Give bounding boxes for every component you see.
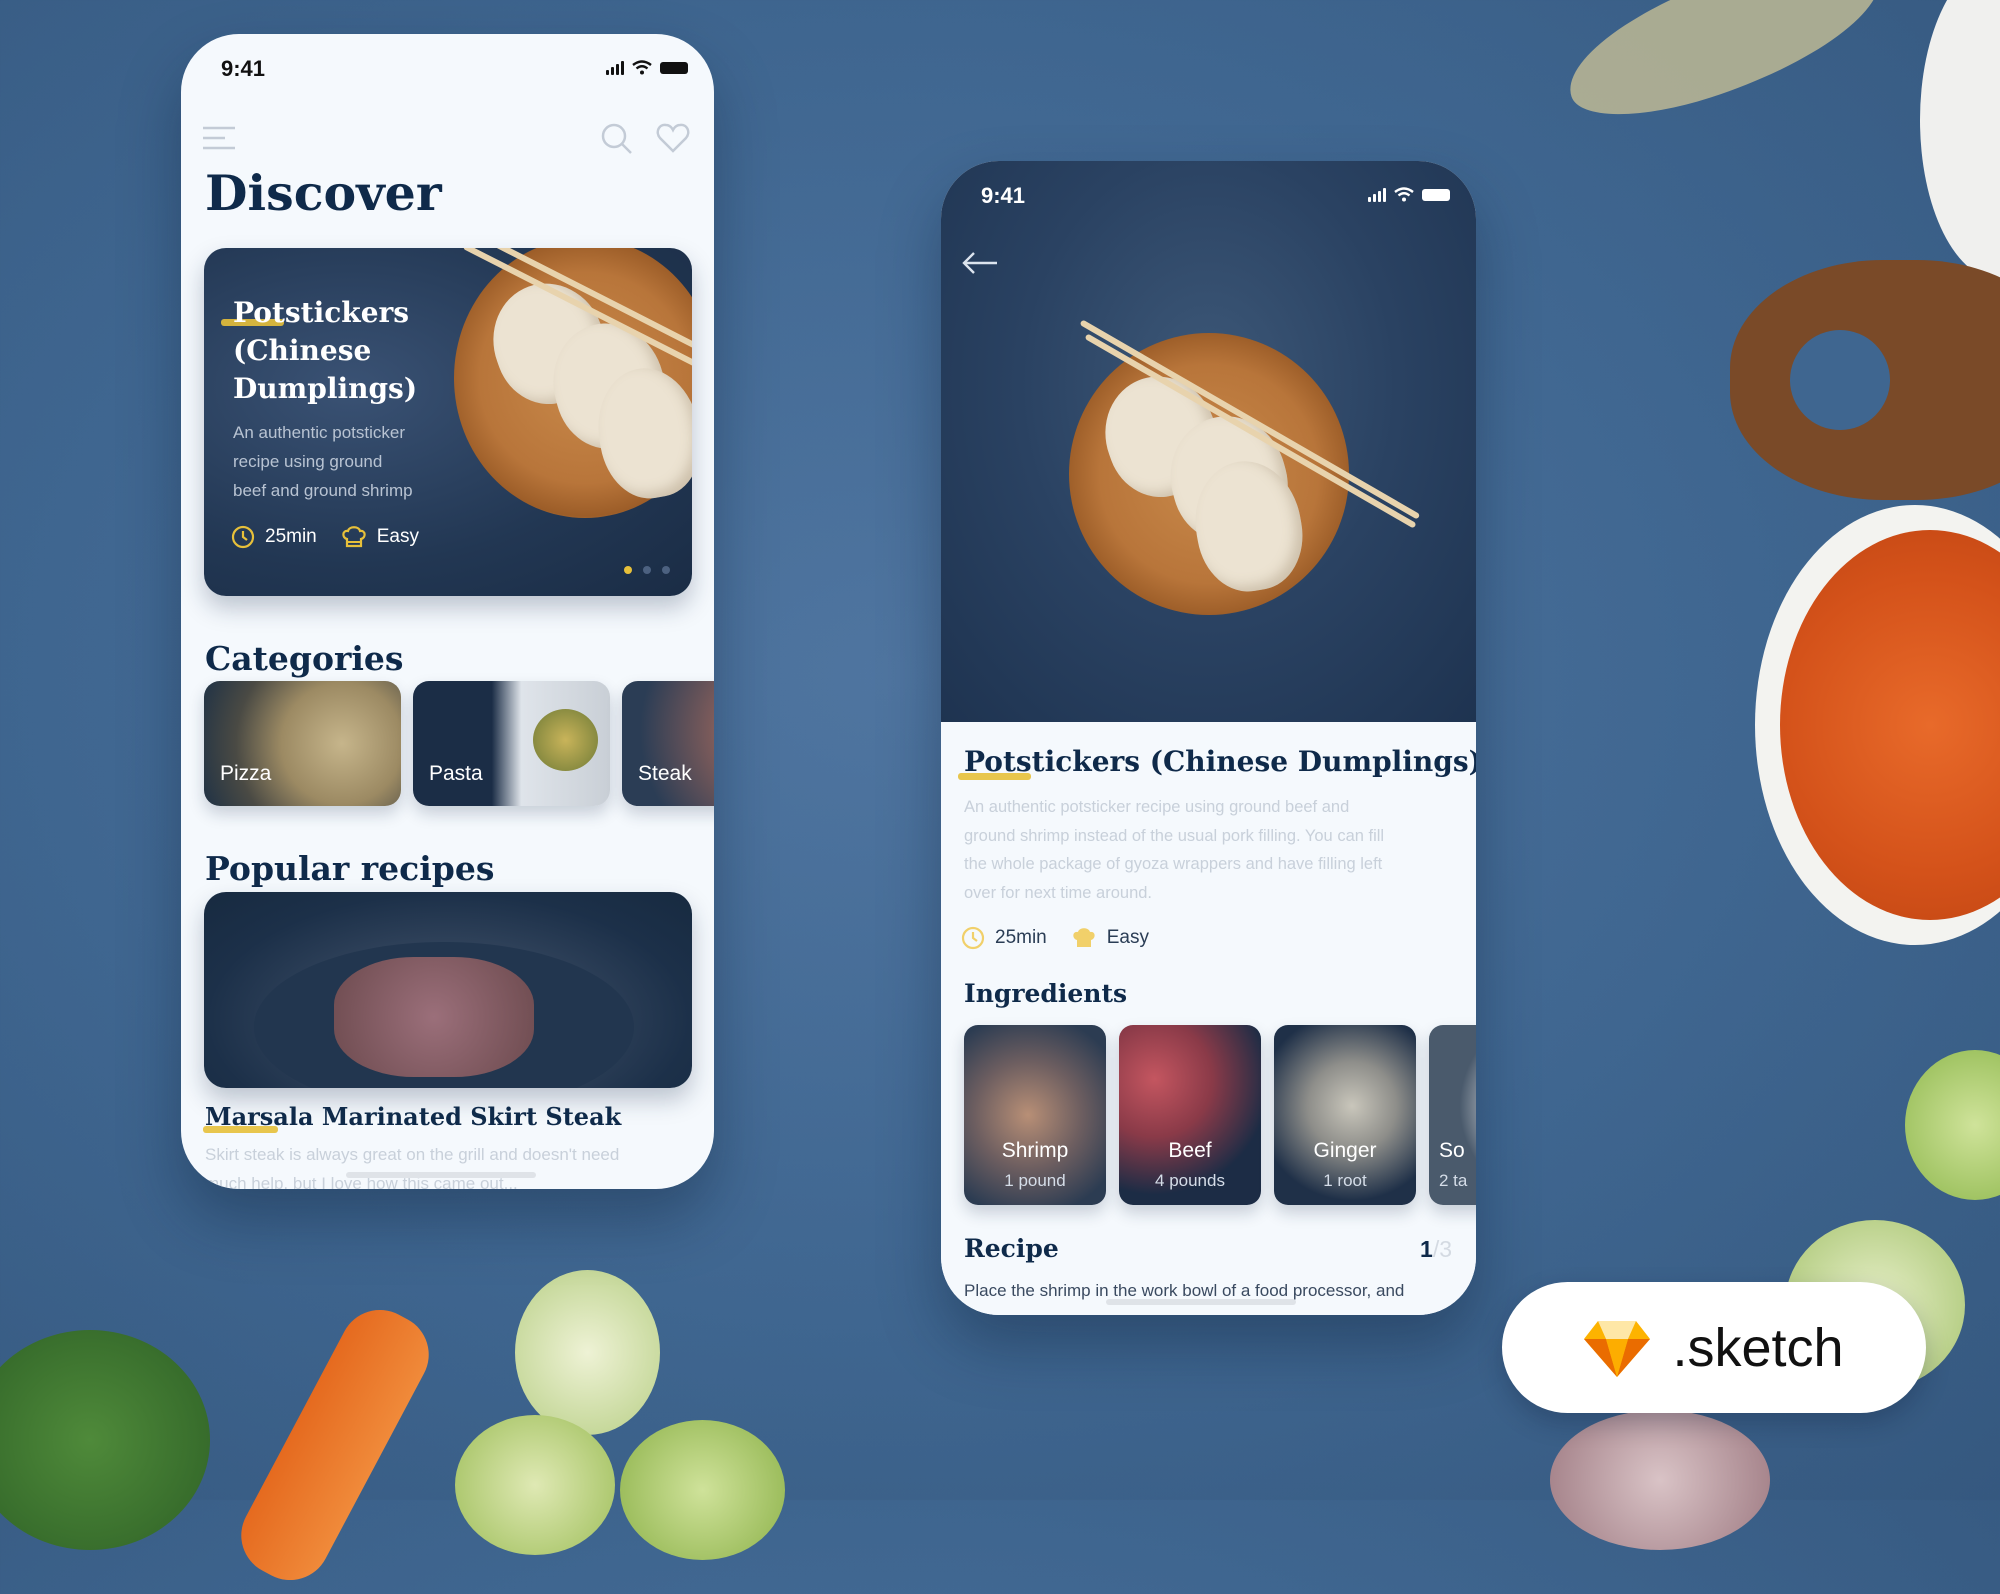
recipe-step-total: /3	[1432, 1236, 1452, 1262]
wifi-icon	[1394, 187, 1414, 202]
featured-description: An authentic potsticker recipe using gro…	[233, 423, 413, 500]
ingredient-name: So	[1439, 1139, 1465, 1162]
battery-icon	[1422, 188, 1450, 201]
difficulty: Easy	[1106, 927, 1149, 948]
steak-image	[334, 957, 534, 1077]
ingredient-card-soy[interactable]: So 2 ta	[1429, 1025, 1476, 1205]
decor-bowl-white	[1920, 0, 2000, 280]
search-icon	[601, 123, 632, 154]
ingredient-qty: 1 root	[1323, 1171, 1367, 1190]
popular-recipe-card[interactable]	[204, 892, 692, 1088]
signal-icon	[1368, 187, 1386, 202]
decor-bay-leaf	[1551, 0, 1899, 139]
decor-carrot	[227, 1295, 443, 1594]
signal-icon	[606, 60, 624, 75]
arrow-left-icon	[962, 252, 997, 274]
recipe-meta: 25min Easy	[961, 926, 1149, 950]
carousel-dot-active[interactable]	[624, 566, 632, 574]
carousel-dot[interactable]	[662, 566, 670, 574]
decor-spoon-hole	[1790, 330, 1890, 430]
chef-hat-icon	[342, 526, 366, 548]
popular-recipe-title: Marsala Marinated Skirt Steak	[205, 1102, 622, 1131]
discover-screen: 9:41 Discover Potstickers (Chinese Dumpl…	[181, 34, 714, 1189]
favorites-button[interactable]	[656, 122, 690, 159]
ingredients-heading: Ingredients	[964, 979, 1128, 1008]
decor-sprouts-right	[1905, 1050, 2000, 1200]
category-card-pasta[interactable]: Pasta	[413, 681, 610, 806]
search-button[interactable]	[600, 122, 634, 161]
recipe-heading: Recipe	[964, 1234, 1059, 1263]
chef-hat-icon	[1073, 928, 1095, 947]
decor-garlic	[1550, 1410, 1770, 1550]
recipe-step-current: 1	[1420, 1236, 1433, 1262]
home-indicator	[346, 1172, 536, 1178]
hamburger-menu-icon	[203, 126, 235, 150]
status-bar: 9:41	[181, 34, 714, 104]
decor-sprout-bottom1	[515, 1270, 660, 1435]
cook-time: 25min	[995, 927, 1047, 948]
hero-image	[941, 161, 1476, 722]
popular-recipe-description: Skirt steak is always great on the grill…	[205, 1145, 620, 1189]
featured-meta: 25min Easy	[231, 525, 419, 549]
categories-heading: Categories	[205, 639, 404, 678]
featured-title: Potstickers (Chinese Dumplings)	[233, 296, 418, 405]
cook-time: 25min	[265, 526, 317, 547]
status-bar: 9:41	[941, 161, 1476, 231]
sketch-label: .sketch	[1672, 1317, 1844, 1378]
popular-heading: Popular recipes	[205, 849, 495, 888]
recipe-step-text: Place the shrimp in the work bowl of a f…	[964, 1281, 1405, 1300]
category-label: Steak	[638, 762, 692, 785]
status-time: 9:41	[221, 56, 266, 81]
clock-icon	[231, 525, 255, 549]
recipe-detail-screen: 9:41 Potstickers (Chinese Dumplings) An …	[941, 161, 1476, 1315]
ingredient-qty: 4 pounds	[1155, 1171, 1225, 1190]
sketch-badge: .sketch	[1502, 1282, 1926, 1413]
recipe-description: An authentic potsticker recipe using gro…	[964, 798, 1385, 902]
back-button[interactable]	[961, 251, 999, 280]
category-card-steak[interactable]: Steak	[622, 681, 714, 806]
battery-icon	[660, 61, 688, 74]
ingredient-card-shrimp[interactable]: Shrimp 1 pound	[964, 1025, 1106, 1205]
ingredient-name: Ginger	[1313, 1139, 1377, 1162]
heart-icon	[656, 123, 690, 153]
recipe-step-indicator: 1/3	[1420, 1236, 1452, 1263]
menu-button[interactable]	[203, 124, 237, 152]
carousel-dots	[624, 566, 670, 574]
difficulty: Easy	[376, 526, 419, 547]
recipe-title: Potstickers (Chinese Dumplings)	[964, 745, 1476, 778]
home-indicator	[1106, 1299, 1296, 1305]
decor-sprout-bottom2	[455, 1415, 615, 1555]
category-label: Pasta	[429, 762, 483, 785]
category-label: Pizza	[220, 762, 272, 785]
decor-parsley	[0, 1330, 210, 1550]
wifi-icon	[632, 60, 652, 75]
status-time: 9:41	[981, 183, 1026, 208]
ingredient-qty: 2 ta	[1439, 1171, 1468, 1190]
clock-icon	[961, 926, 985, 950]
decor-sprout-bottom3	[620, 1420, 785, 1560]
ingredient-card-ginger[interactable]: Ginger 1 root	[1274, 1025, 1416, 1205]
featured-recipe-card[interactable]: Potstickers (Chinese Dumplings) An authe…	[204, 248, 692, 596]
ingredient-name: Beef	[1168, 1139, 1212, 1162]
ingredient-name: Shrimp	[1001, 1139, 1069, 1162]
category-card-pizza[interactable]: Pizza	[204, 681, 401, 806]
ingredient-qty: 1 pound	[1004, 1171, 1066, 1190]
pasta-image	[533, 709, 598, 771]
sketch-diamond-icon	[1584, 1320, 1651, 1377]
page-title: Discover	[205, 164, 442, 222]
carousel-dot[interactable]	[643, 566, 651, 574]
ingredient-card-beef[interactable]: Beef 4 pounds	[1119, 1025, 1261, 1205]
